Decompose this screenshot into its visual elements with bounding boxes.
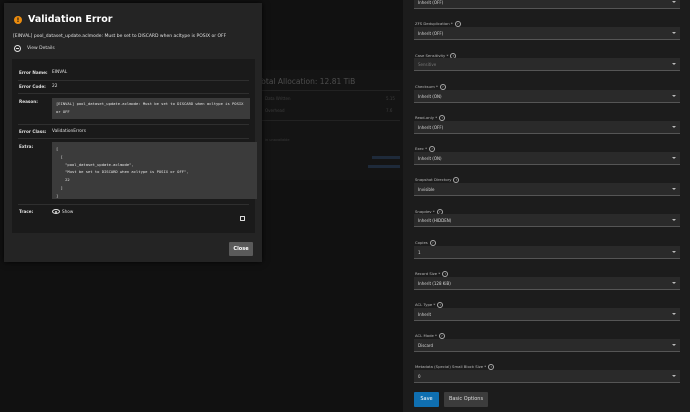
chevron-down-icon: [672, 344, 676, 346]
dialog-title: Validation Error: [28, 14, 113, 25]
field-value: Inherit (OFF): [418, 0, 444, 5]
reason-label: Reason:: [19, 99, 38, 104]
field-value: Inherit (OFF): [418, 124, 444, 130]
chevron-down-icon: [672, 157, 676, 159]
field-select[interactable]: Inherit (ON): [414, 152, 680, 165]
divider: [18, 124, 249, 125]
divider: [18, 80, 249, 81]
allocation-card: [255, 70, 403, 180]
validation-error-dialog: ! Validation Error [EINVAL] pool_dataset…: [4, 3, 262, 262]
allocation-title: Total Allocation: 12.81 TiB: [258, 77, 356, 86]
field-value: Inherit (128 KiB): [418, 280, 451, 286]
field-select[interactable]: 1: [414, 246, 680, 259]
field-select[interactable]: Inherit (HIDDEN): [414, 214, 680, 227]
view-details-toggle[interactable]: View Details: [27, 46, 55, 51]
field-select[interactable]: Discard: [414, 339, 680, 352]
chevron-down-icon: [672, 219, 676, 221]
copy-icon[interactable]: [240, 216, 245, 221]
allocation-row-value: 7.6: [386, 108, 393, 113]
allocation-row-label: Overhead: [265, 108, 285, 113]
field-value: Sensitive: [418, 61, 437, 67]
basic-options-button[interactable]: Basic Options: [444, 392, 488, 407]
field-select[interactable]: Inherit (ON): [414, 90, 680, 103]
divider: [18, 93, 249, 94]
close-button[interactable]: Close: [229, 242, 253, 256]
error-class-value: ValidationErrors: [52, 129, 86, 134]
reason-code-block: [EINVAL] pool_dataset_update.aclmode: Mu…: [52, 98, 250, 119]
chevron-down-icon: [672, 63, 676, 65]
extra-label: Extra:: [19, 144, 34, 149]
eye-icon[interactable]: [52, 209, 60, 214]
field-label-text: Record Size *: [415, 271, 441, 276]
chevron-down-icon: [672, 313, 676, 315]
field-label-text: Checksum *: [415, 84, 438, 89]
field-select[interactable]: Inherit (128 KiB): [414, 277, 680, 290]
chevron-down-icon: [672, 188, 676, 190]
field-label-text: ZFS Deduplication *: [415, 21, 453, 26]
field-select[interactable]: Inherit: [414, 308, 680, 321]
field-value: Discard: [418, 342, 434, 348]
field-value: Inherit (HIDDEN): [418, 217, 452, 223]
error-code-value: 22: [52, 84, 58, 89]
field-label-text: Metadata (Special) Small Block Size *: [415, 364, 487, 369]
error-message: [EINVAL] pool_dataset_update.aclmode: Mu…: [13, 34, 227, 39]
save-button[interactable]: Save: [414, 392, 439, 407]
divider: [260, 120, 400, 121]
error-class-label: Error Class:: [19, 129, 47, 134]
collapse-icon[interactable]: [14, 45, 22, 53]
chevron-down-icon: [672, 251, 676, 253]
field-select[interactable]: Inherit (OFF): [414, 27, 680, 40]
error-code-label: Error Code:: [19, 84, 46, 89]
dataset-form-panel: Metadata (Special) Small Block Size *? 0 A…: [403, 0, 690, 412]
divider: [18, 204, 249, 205]
field-select[interactable]: Invisible: [414, 183, 680, 196]
field-value: Inherit (ON): [418, 155, 442, 161]
divider: [18, 138, 249, 139]
chevron-down-icon: [672, 32, 676, 34]
field-label-text: Copies: [415, 240, 428, 245]
field-value: 0: [418, 373, 421, 379]
error-name-value: EINVAL: [52, 70, 68, 75]
field-label-text: ACL Type *: [415, 302, 436, 307]
field-label-text: ACL Mode *: [415, 333, 437, 338]
show-trace-toggle[interactable]: Show: [62, 209, 73, 214]
background-link: [368, 165, 400, 168]
field-label-text: Read-only *: [415, 115, 438, 120]
chevron-down-icon: [672, 126, 676, 128]
extra-code-block: [ [ "pool_dataset_update.aclmode", "Must…: [52, 142, 257, 199]
field-value: Inherit: [418, 311, 432, 317]
field-label-text: Exec *: [415, 146, 428, 151]
field-select[interactable]: 0: [414, 370, 680, 383]
chevron-down-icon: [672, 375, 676, 377]
trace-label: Trace:: [19, 209, 34, 214]
field-value: Inherit (ON): [418, 93, 442, 99]
field-value: Inherit (OFF): [418, 30, 444, 36]
field-label-text: Snapshot Directory: [415, 177, 452, 182]
allocation-note: in unavailable: [265, 138, 290, 142]
allocation-row-label: Data Written: [265, 96, 291, 101]
error-details-panel: Error Name: EINVAL Error Code: 22 Reason…: [12, 59, 257, 233]
allocation-row-value: 5.15: [386, 96, 395, 101]
warning-icon: !: [14, 16, 22, 24]
field-select[interactable]: Inherit (OFF): [414, 121, 680, 134]
chevron-down-icon: [672, 282, 676, 284]
field-select[interactable]: Sensitive: [414, 58, 680, 71]
background-link: [372, 156, 400, 159]
field-value: Invisible: [418, 186, 435, 192]
divider: [260, 90, 400, 91]
field-select[interactable]: Inherit (OFF): [414, 0, 680, 9]
chevron-down-icon: [672, 1, 676, 3]
field-value: 1: [418, 249, 421, 255]
error-name-label: Error Name:: [19, 70, 48, 75]
chevron-down-icon: [672, 95, 676, 97]
